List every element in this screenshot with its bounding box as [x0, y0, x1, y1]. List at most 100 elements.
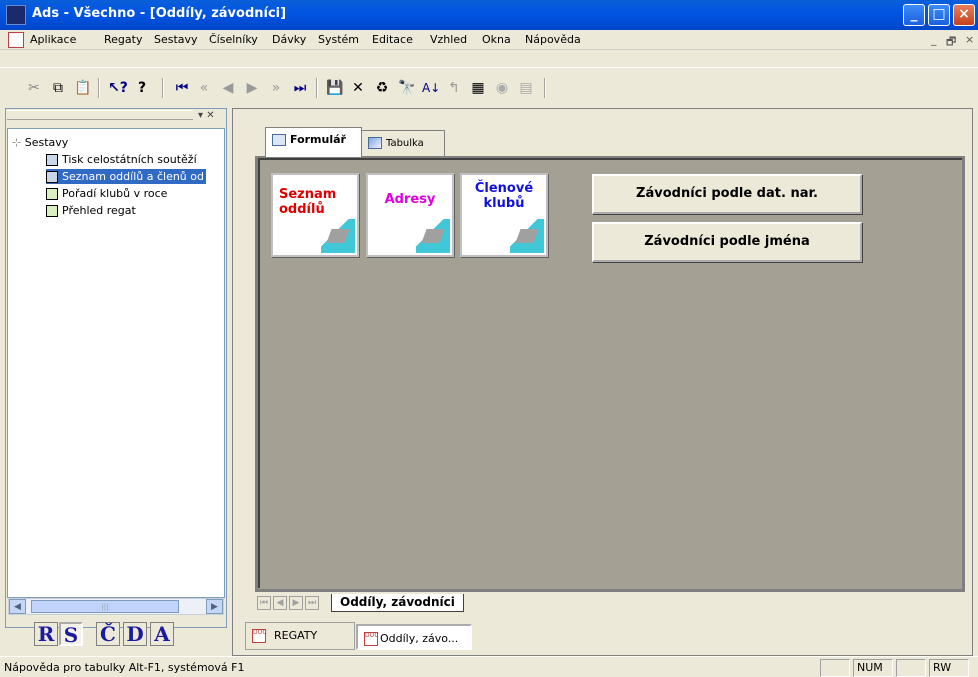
- menu-napoveda[interactable]: Nápověda: [525, 33, 581, 46]
- zavodnici-dat-nar-button[interactable]: Závodníci podle dat. nar.: [592, 174, 862, 214]
- tab-tabulka[interactable]: Tabulka: [361, 130, 445, 156]
- collapse-icon[interactable]: ⊹: [12, 136, 21, 149]
- copy-icon[interactable]: ⧉: [50, 80, 66, 96]
- form-icon: [272, 134, 286, 146]
- filter-icon[interactable]: ↰: [446, 80, 462, 96]
- window-title: Ads - Všechno - [Oddíly, závodníci]: [32, 6, 287, 21]
- printer-icon: [510, 219, 544, 253]
- grid-icon[interactable]: ▤: [518, 80, 534, 96]
- scroll-left-button[interactable]: ◀: [9, 599, 26, 614]
- toolbar-divider: [162, 78, 164, 98]
- toolbar-divider: [98, 78, 100, 98]
- status-cell-empty: [820, 659, 850, 677]
- copy-record-icon[interactable]: ▦: [470, 80, 486, 96]
- refresh-icon[interactable]: ♻: [374, 80, 390, 96]
- sheet-last-button[interactable]: ⏭: [305, 596, 319, 610]
- first-record-icon[interactable]: ⏮: [174, 80, 190, 96]
- cut-icon[interactable]: ✂: [26, 80, 42, 96]
- menu-editace[interactable]: Editace: [372, 33, 413, 46]
- card-adresy[interactable]: Adresy: [366, 173, 454, 257]
- menu-sestavy[interactable]: Sestavy: [154, 33, 198, 46]
- tab-formular[interactable]: Formulář: [265, 127, 362, 157]
- prev-page-icon[interactable]: «: [196, 80, 212, 96]
- toolbar: ✂ ⧉ 📋 ↖? ? ⏮ « ◀ ▶ » ⏭ 💾 ✕ ♻ 🔭 A↓ ↰ ▦ ◉ …: [0, 70, 978, 106]
- zavodnici-jmena-button[interactable]: Závodníci podle jména: [592, 222, 862, 262]
- menu-aplikace[interactable]: Aplikace: [30, 33, 76, 46]
- sheet-tab-oddily[interactable]: Oddíly, závodníci: [331, 594, 464, 612]
- document-icon: DOC: [364, 632, 379, 646]
- card-label: Členové klubů: [474, 181, 534, 211]
- card-label: Adresy: [384, 192, 436, 207]
- scroll-thumb[interactable]: |||: [31, 600, 179, 613]
- radio-icon[interactable]: ◉: [494, 80, 510, 96]
- context-help-icon[interactable]: ↖?: [108, 80, 128, 96]
- report-icon: [46, 205, 58, 217]
- menu-okna[interactable]: Okna: [482, 33, 511, 46]
- rs-button-a[interactable]: A: [150, 622, 174, 646]
- mdi-restore-button[interactable]: 🗗: [946, 33, 956, 52]
- table-icon: [46, 171, 58, 183]
- tree-root-sestavy[interactable]: ⊹ Sestavy: [12, 135, 68, 150]
- status-bar: Nápověda pro tabulky Alt-F1, systémová F…: [0, 656, 978, 677]
- menu-davky[interactable]: Dávky: [272, 33, 306, 46]
- app-icon[interactable]: [6, 5, 26, 25]
- status-rw: RW: [929, 659, 969, 677]
- menu-bar: Aplikace Regaty Sestavy Číselníky Dávky …: [0, 30, 978, 50]
- next-record-icon[interactable]: ▶: [244, 80, 260, 96]
- sort-icon[interactable]: A↓: [422, 80, 440, 96]
- help-icon[interactable]: ?: [134, 80, 150, 96]
- title-bar: Ads - Všechno - [Oddíly, závodníci] _ □ …: [0, 0, 978, 30]
- last-record-icon[interactable]: ⏭: [292, 80, 308, 96]
- status-text: Nápověda pro tabulky Alt-F1, systémová F…: [4, 661, 245, 674]
- rs-button-s[interactable]: S: [59, 622, 83, 646]
- menu-ciselniky[interactable]: Číselníky: [209, 33, 258, 46]
- status-cell-empty: [896, 659, 926, 677]
- horizontal-scrollbar[interactable]: ◀ ||| ▶: [8, 598, 224, 615]
- sheet-prev-button[interactable]: ◀: [273, 596, 287, 610]
- close-button[interactable]: ×: [953, 4, 975, 26]
- save-icon[interactable]: 💾: [326, 80, 343, 96]
- next-page-icon[interactable]: »: [268, 80, 284, 96]
- scroll-right-button[interactable]: ▶: [206, 599, 223, 614]
- printer-icon: [321, 219, 355, 253]
- task-tab-oddily[interactable]: DOCOddíly, závo...: [356, 624, 472, 650]
- menu-system[interactable]: Systém: [318, 33, 359, 46]
- delete-icon[interactable]: ✕: [350, 80, 366, 96]
- rs-button-d[interactable]: D: [123, 622, 147, 646]
- status-num: NUM: [853, 659, 893, 677]
- report-icon: [46, 188, 58, 200]
- table-icon: [46, 154, 58, 166]
- paste-icon[interactable]: 📋: [74, 80, 91, 96]
- card-clenove-klubu[interactable]: Členové klubů: [460, 173, 548, 257]
- pane-controls[interactable]: ▾ ✕: [198, 110, 215, 121]
- sheet-bar: ⏮ ◀ ▶ ⏭ Oddíly, závodníci: [255, 594, 735, 612]
- tree-item-tisk[interactable]: Tisk celostátních soutěží: [46, 152, 197, 167]
- prev-record-icon[interactable]: ◀: [220, 80, 236, 96]
- pane-grip[interactable]: [7, 110, 193, 120]
- rs-button-r[interactable]: R: [34, 622, 58, 646]
- toolbar-separator: [0, 67, 978, 68]
- menu-vzhled[interactable]: Vzhled: [430, 33, 467, 46]
- document-icon: DOC: [252, 629, 267, 643]
- printer-icon: [416, 219, 450, 253]
- card-seznam-oddilu[interactable]: Seznam oddílů: [271, 173, 359, 257]
- mdi-close-button[interactable]: ×: [965, 33, 974, 46]
- tree-item-prehled[interactable]: Přehled regat: [46, 203, 136, 218]
- document-icon[interactable]: [8, 32, 24, 48]
- card-label: Seznam oddílů: [279, 187, 337, 217]
- table-chart-icon: [368, 137, 382, 149]
- task-tab-regaty[interactable]: DOC REGATY: [245, 622, 355, 650]
- mdi-minimize-button[interactable]: _: [931, 33, 937, 46]
- find-icon[interactable]: 🔭: [398, 80, 415, 96]
- minimize-button[interactable]: _: [903, 4, 925, 26]
- sheet-next-button[interactable]: ▶: [289, 596, 303, 610]
- toolbar-divider: [544, 78, 546, 98]
- toolbar-divider: [316, 78, 318, 98]
- menu-regaty[interactable]: Regaty: [104, 33, 142, 46]
- tree-item-seznam[interactable]: Seznam oddílů a členů od: [46, 169, 206, 184]
- tree-item-poradi[interactable]: Pořadí klubů v roce: [46, 186, 167, 201]
- tree-view: ⊹ Sestavy Tisk celostátních soutěží Sezn…: [7, 128, 225, 598]
- rs-button-c[interactable]: Č: [96, 622, 120, 646]
- sheet-first-button[interactable]: ⏮: [257, 596, 271, 610]
- maximize-button[interactable]: □: [928, 4, 950, 26]
